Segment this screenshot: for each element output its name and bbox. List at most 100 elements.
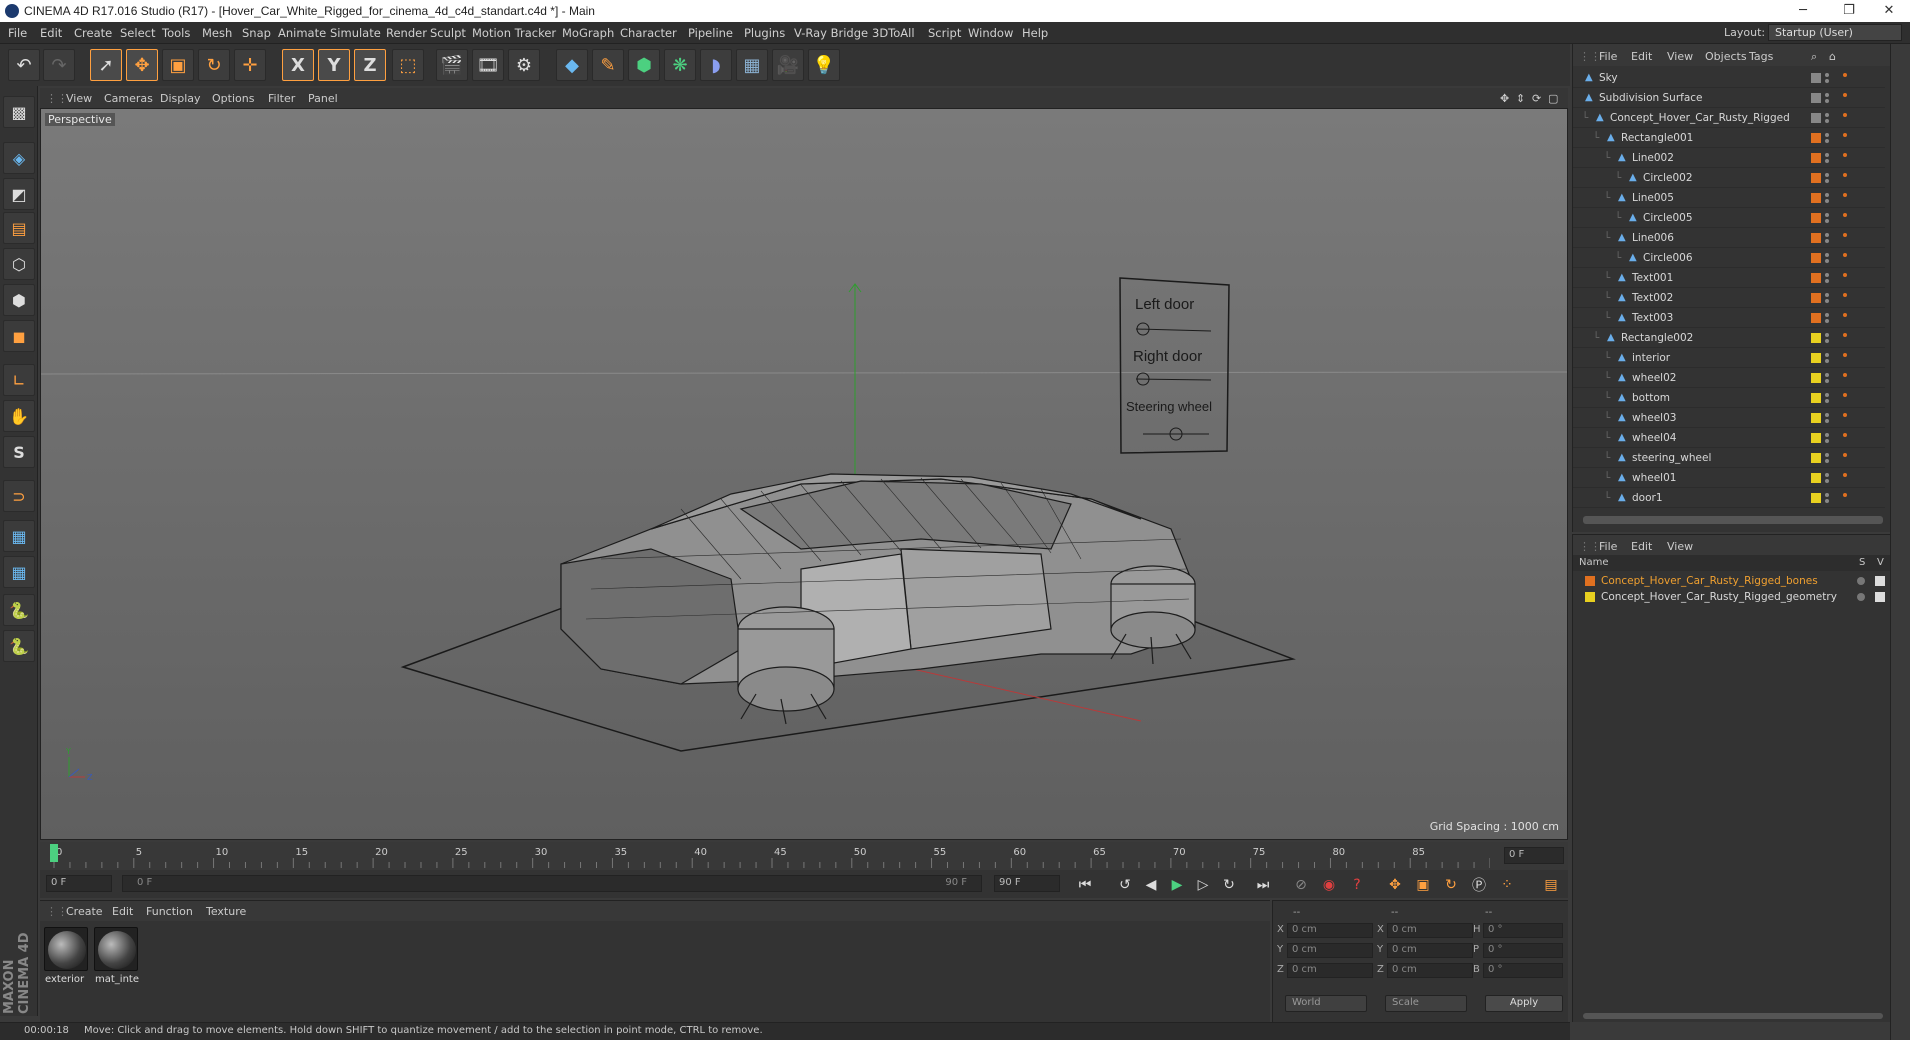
visibility-dot[interactable] bbox=[1825, 133, 1829, 137]
layout-select[interactable]: Startup (User) bbox=[1768, 24, 1902, 41]
right-side-tabs[interactable] bbox=[1890, 44, 1910, 1040]
render-dot[interactable] bbox=[1825, 259, 1829, 263]
visibility-dot[interactable] bbox=[1825, 413, 1829, 417]
render-dot[interactable] bbox=[1825, 499, 1829, 503]
tweak-mode-icon[interactable]: ✋ bbox=[3, 400, 35, 432]
render-dot[interactable] bbox=[1825, 379, 1829, 383]
goto-start-icon[interactable]: ⏮ bbox=[1074, 874, 1096, 896]
object-row[interactable]: └ ▲ door1 bbox=[1573, 488, 1885, 508]
cube-icon[interactable]: ◆ bbox=[556, 49, 588, 81]
layer-color-tag[interactable] bbox=[1811, 113, 1821, 123]
render-dot[interactable] bbox=[1825, 279, 1829, 283]
material-menu-function[interactable]: Function bbox=[146, 905, 193, 918]
rig-tag-icon[interactable] bbox=[1843, 193, 1847, 197]
object-menu-edit[interactable]: Edit bbox=[1631, 50, 1652, 63]
visibility-dot[interactable] bbox=[1825, 453, 1829, 457]
render-dot[interactable] bbox=[1825, 179, 1829, 183]
snap-icon[interactable]: S bbox=[3, 436, 35, 468]
viewport-zoom-icon[interactable]: ⇕ bbox=[1516, 92, 1525, 105]
object-menu-file[interactable]: File bbox=[1599, 50, 1617, 63]
menu-help[interactable]: Help bbox=[1022, 26, 1048, 40]
rig-tag-icon[interactable] bbox=[1843, 173, 1847, 177]
rig-tag-icon[interactable] bbox=[1843, 413, 1847, 417]
menu-file[interactable]: File bbox=[8, 26, 27, 40]
move-icon[interactable]: ✥ bbox=[126, 49, 158, 81]
rig-tag-icon[interactable] bbox=[1843, 153, 1847, 157]
render-dot[interactable] bbox=[1825, 399, 1829, 403]
menu-tools[interactable]: Tools bbox=[162, 26, 190, 40]
object-home-icon[interactable]: ⌂ bbox=[1829, 50, 1836, 63]
timeline-ruler[interactable]: 051015202530354045505560657075808590 0 F bbox=[40, 842, 1568, 870]
material-swatch[interactable]: mat_inte bbox=[94, 927, 139, 985]
visibility-dot[interactable] bbox=[1825, 153, 1829, 157]
layer-visible-toggle[interactable] bbox=[1875, 576, 1885, 586]
object-row[interactable]: └ ▲ wheel03 bbox=[1573, 408, 1885, 428]
object-menu-view[interactable]: View bbox=[1667, 50, 1693, 63]
object-row[interactable]: └ ▲ Concept_Hover_Car_Rusty_Rigged bbox=[1573, 108, 1885, 128]
object-menu-objects[interactable]: Objects bbox=[1705, 50, 1747, 63]
redo-icon[interactable]: ↷ bbox=[43, 49, 75, 81]
object-search-icon[interactable]: ⌕ bbox=[1811, 50, 1817, 64]
range-slider[interactable]: 0 F 90 F bbox=[122, 875, 982, 892]
layer-color-tag[interactable] bbox=[1811, 73, 1821, 83]
rig-tag-icon[interactable] bbox=[1843, 93, 1847, 97]
autokey-icon[interactable]: ? bbox=[1346, 874, 1368, 896]
edges-mode-icon[interactable]: ⬢ bbox=[3, 284, 35, 316]
record-icon[interactable]: ◉ bbox=[1318, 874, 1340, 896]
scale-icon[interactable]: ▣ bbox=[162, 49, 194, 81]
layer-solo-toggle[interactable] bbox=[1857, 577, 1865, 585]
rig-tag-icon[interactable] bbox=[1843, 353, 1847, 357]
layer-color-tag[interactable] bbox=[1811, 473, 1821, 483]
render-dot[interactable] bbox=[1825, 219, 1829, 223]
menu-script[interactable]: Script bbox=[928, 26, 961, 40]
render-dot[interactable] bbox=[1825, 239, 1829, 243]
3d-viewport[interactable]: Perspective Left door Right door Steerin… bbox=[40, 108, 1568, 840]
pen-icon[interactable]: ✎ bbox=[592, 49, 624, 81]
object-menu-tags[interactable]: Tags bbox=[1749, 50, 1773, 63]
layer-color-tag[interactable] bbox=[1811, 213, 1821, 223]
layer-color-tag[interactable] bbox=[1811, 433, 1821, 443]
object-row[interactable]: └ ▲ wheel01 bbox=[1573, 468, 1885, 488]
visibility-dot[interactable] bbox=[1825, 433, 1829, 437]
menu-simulate[interactable]: Simulate bbox=[330, 26, 381, 40]
object-row[interactable]: └ ▲ Circle002 bbox=[1573, 168, 1885, 188]
layer-color-tag[interactable] bbox=[1811, 353, 1821, 363]
coord-size-field[interactable]: 0 cm bbox=[1387, 963, 1473, 978]
render-dot[interactable] bbox=[1825, 299, 1829, 303]
object-row[interactable]: └ ▲ Line006 bbox=[1573, 228, 1885, 248]
rig-tag-icon[interactable] bbox=[1843, 493, 1847, 497]
layer-color-tag[interactable] bbox=[1811, 93, 1821, 103]
keyframe-icon[interactable]: ⊘ bbox=[1290, 874, 1312, 896]
menu-motion-tracker[interactable]: Motion Tracker bbox=[472, 26, 556, 40]
render-dot[interactable] bbox=[1825, 159, 1829, 163]
object-row[interactable]: └ ▲ bottom bbox=[1573, 388, 1885, 408]
y-axis-icon[interactable]: Y bbox=[318, 49, 350, 81]
viewport-rotate-icon[interactable]: ⟳ bbox=[1532, 92, 1541, 105]
visibility-dot[interactable] bbox=[1825, 73, 1829, 77]
render-dot[interactable] bbox=[1825, 139, 1829, 143]
rig-tag-icon[interactable] bbox=[1843, 393, 1847, 397]
menu-create[interactable]: Create bbox=[74, 26, 112, 40]
viewport-menu-options[interactable]: Options bbox=[212, 92, 254, 105]
visibility-dot[interactable] bbox=[1825, 373, 1829, 377]
key-scale-icon[interactable]: ▣ bbox=[1412, 874, 1434, 896]
layer-color-tag[interactable] bbox=[1811, 413, 1821, 423]
object-row[interactable]: ▲ Subdivision Surface bbox=[1573, 88, 1885, 108]
object-row[interactable]: └ ▲ interior bbox=[1573, 348, 1885, 368]
object-row[interactable]: └ ▲ Rectangle001 bbox=[1573, 128, 1885, 148]
object-row[interactable]: └ ▲ Text001 bbox=[1573, 268, 1885, 288]
coord-position-field[interactable]: 0 cm bbox=[1287, 963, 1373, 978]
subdivision-icon[interactable]: ⬢ bbox=[628, 49, 660, 81]
object-row[interactable]: └ ▲ Text002 bbox=[1573, 288, 1885, 308]
menu-sculpt[interactable]: Sculpt bbox=[430, 26, 466, 40]
layer-color-tag[interactable] bbox=[1811, 453, 1821, 463]
menu-mograph[interactable]: MoGraph bbox=[562, 26, 614, 40]
prev-frame-icon[interactable]: ◀ bbox=[1140, 874, 1162, 896]
layer-row[interactable]: Concept_Hover_Car_Rusty_Rigged_geometry bbox=[1579, 589, 1905, 605]
material-swatch[interactable]: exterior bbox=[44, 927, 88, 985]
current-frame-field[interactable]: 0 F bbox=[1504, 847, 1564, 864]
rig-tag-icon[interactable] bbox=[1843, 73, 1847, 77]
key-rotation-icon[interactable]: ↻ bbox=[1440, 874, 1462, 896]
layer-color-swatch[interactable] bbox=[1585, 592, 1595, 602]
viewport-menu-view[interactable]: View bbox=[66, 92, 92, 105]
